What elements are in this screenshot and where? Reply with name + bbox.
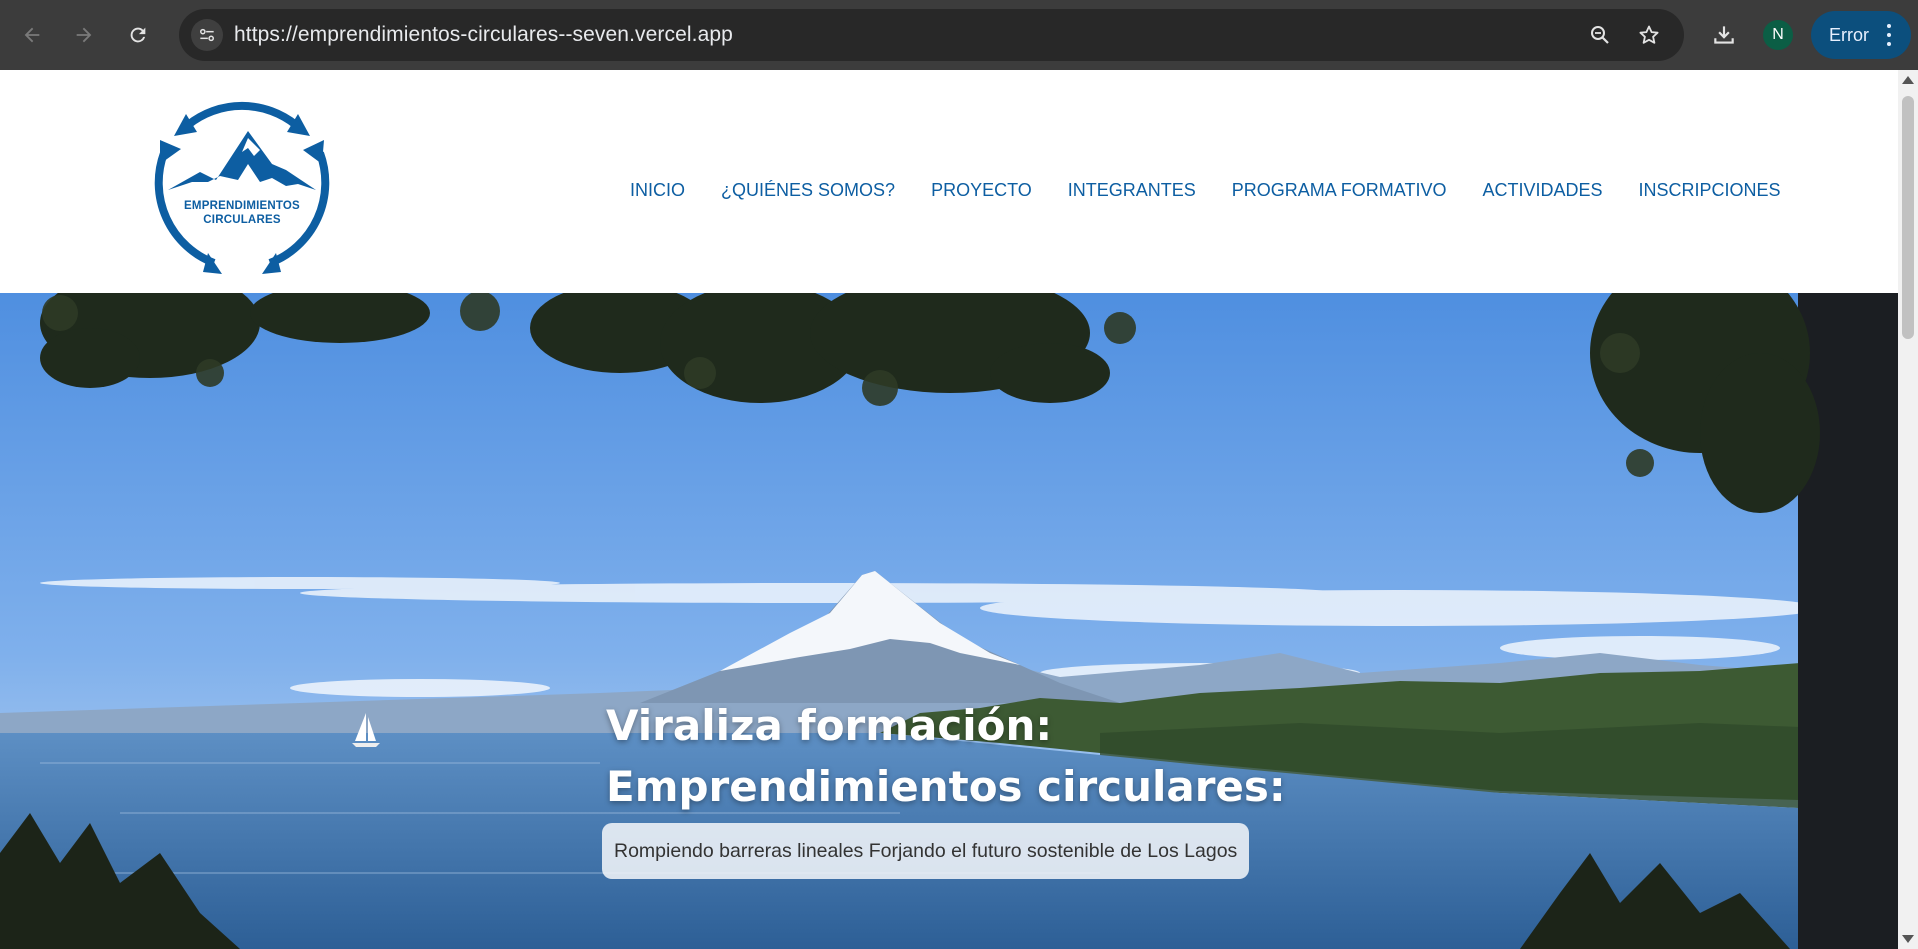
hero-title-line2: Emprendimientos circulares:	[606, 762, 1286, 811]
nav-link-inscripciones[interactable]: INSCRIPCIONES	[1638, 180, 1780, 201]
bookmark-button[interactable]	[1635, 21, 1663, 49]
hero-title-line1: Viraliza formación:	[606, 701, 1053, 750]
downloads-button[interactable]	[1708, 19, 1740, 51]
reload-icon	[130, 27, 146, 43]
site-logo[interactable]: EMPRENDIMIENTOS CIRCULARES	[148, 86, 336, 274]
tune-icon	[200, 28, 214, 42]
page-viewport: EMPRENDIMIENTOS CIRCULARES INICIO ¿QUIÉN…	[0, 70, 1898, 949]
arrow-right-icon	[76, 27, 92, 43]
hero-subtitle: Rompiendo barreras lineales Forjando el …	[602, 823, 1250, 879]
nav-link-proyecto[interactable]: PROYECTO	[931, 180, 1032, 201]
nav-link-quienes-somos[interactable]: ¿QUIÉNES SOMOS?	[721, 180, 895, 201]
recycle-mountain-logo-icon	[154, 101, 330, 274]
logo-text-line2: CIRCULARES	[203, 214, 281, 226]
scrollbar-thumb[interactable]	[1902, 96, 1914, 339]
nav-link-actividades[interactable]: ACTIVIDADES	[1482, 180, 1602, 201]
page-scrollbar[interactable]	[1898, 70, 1918, 949]
kebab-menu-icon	[1887, 24, 1891, 46]
nav-link-integrantes[interactable]: INTEGRANTES	[1068, 180, 1196, 201]
reload-button[interactable]	[120, 17, 156, 53]
zoom-icon	[1591, 26, 1609, 44]
arrow-left-icon	[24, 27, 40, 43]
back-button[interactable]	[14, 17, 50, 53]
forward-button[interactable]	[66, 17, 102, 53]
browser-toolbar: https://emprendimientos-circulares--seve…	[0, 0, 1918, 70]
main-nav: INICIO ¿QUIÉNES SOMOS? PROYECTO INTEGRAN…	[630, 180, 1817, 201]
address-bar[interactable]: https://emprendimientos-circulares--seve…	[179, 9, 1684, 61]
site-info-button[interactable]	[191, 19, 223, 51]
nav-link-inicio[interactable]: INICIO	[630, 180, 685, 201]
star-icon	[1639, 25, 1659, 44]
site-header: EMPRENDIMIENTOS CIRCULARES INICIO ¿QUIÉN…	[0, 70, 1898, 293]
error-menu-button[interactable]: Error	[1811, 11, 1911, 59]
scroll-down-icon[interactable]	[1902, 935, 1914, 943]
hero-section: Viraliza formación: Emprendimientos circ…	[0, 293, 1898, 949]
nav-link-programa-formativo[interactable]: PROGRAMA FORMATIVO	[1232, 180, 1447, 201]
profile-avatar[interactable]: N	[1763, 20, 1793, 50]
download-icon	[1714, 26, 1734, 44]
zoom-button[interactable]	[1586, 21, 1614, 49]
scroll-up-icon[interactable]	[1902, 76, 1914, 84]
url-text[interactable]: https://emprendimientos-circulares--seve…	[234, 23, 733, 47]
error-label: Error	[1829, 24, 1869, 45]
logo-text-line1: EMPRENDIMIENTOS	[184, 200, 300, 212]
